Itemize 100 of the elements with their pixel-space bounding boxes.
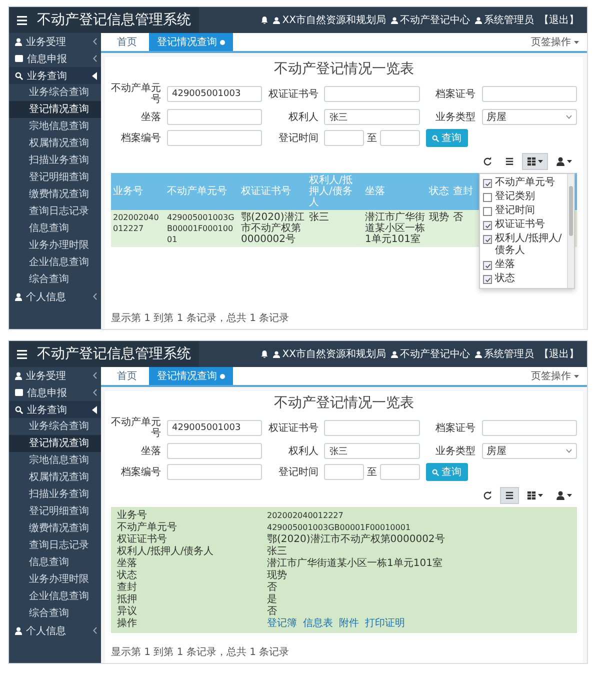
sidebar-item[interactable]: 信息申报 <box>9 384 101 401</box>
header-link[interactable]: 不动产登记中心 <box>391 13 470 27</box>
input-field[interactable]: 429005001003 <box>167 86 262 102</box>
select-field[interactable]: 房屋 <box>482 109 577 125</box>
header-link[interactable]: 系统管理员 <box>475 13 534 27</box>
sidebar-subitem[interactable]: 信息查询 <box>9 554 101 571</box>
header-link[interactable]: 不动产登记中心 <box>391 347 470 361</box>
input-field[interactable] <box>167 464 262 480</box>
sidebar-subitem[interactable]: 宗地信息查询 <box>9 118 101 135</box>
sidebar-subitem[interactable]: 查询日志记录 <box>9 537 101 554</box>
sidebar-subitem[interactable]: 登记明细查询 <box>9 503 101 520</box>
action-link[interactable]: 信息表 <box>303 618 333 630</box>
select-field[interactable]: 房屋 <box>482 443 577 459</box>
sidebar-subitem[interactable]: 综合查询 <box>9 605 101 622</box>
checkbox[interactable] <box>483 235 492 244</box>
input-field[interactable] <box>482 86 577 102</box>
input-field[interactable]: 张三 <box>324 109 420 125</box>
column-option[interactable]: 不动产单元号 <box>480 176 567 190</box>
table-cell: 202002040012227 <box>111 210 165 247</box>
input-field[interactable] <box>380 464 420 480</box>
header-link[interactable]: 系统管理员 <box>475 347 534 361</box>
bell-icon[interactable] <box>261 350 268 358</box>
input-field[interactable] <box>380 130 420 146</box>
action-link[interactable]: 登记簿 <box>267 618 297 630</box>
column-option[interactable]: 状态 <box>480 272 567 286</box>
sidebar-subitem[interactable]: 缴费情况查询 <box>9 186 101 203</box>
input-field[interactable] <box>324 464 364 480</box>
column-option[interactable]: 权利人/抵押人/债务人 <box>480 232 567 258</box>
search-icon <box>15 72 23 80</box>
header-link[interactable]: XX市自然资源和规划局 <box>273 13 386 27</box>
sidebar-subitem[interactable]: 扫描业务查询 <box>9 152 101 169</box>
column-option[interactable]: 坐落 <box>480 258 567 272</box>
tab[interactable]: 登记情况查询 <box>149 33 233 51</box>
sidebar-item[interactable]: 业务查询 <box>9 67 101 84</box>
checkbox[interactable] <box>483 275 492 284</box>
input-field[interactable] <box>324 420 420 436</box>
menu-icon[interactable] <box>17 16 27 24</box>
input-field[interactable]: 张三 <box>324 443 420 459</box>
input-field[interactable] <box>324 130 364 146</box>
sidebar-subitem[interactable]: 登记情况查询 <box>9 101 101 118</box>
card-view-button[interactable] <box>500 487 519 504</box>
input-field[interactable] <box>167 109 262 125</box>
tab-actions-button[interactable]: 页签操作 <box>523 367 587 385</box>
field-label: 坐落 <box>140 446 161 456</box>
tab[interactable]: 登记情况查询 <box>149 367 233 385</box>
close-icon[interactable] <box>220 40 225 44</box>
checkbox[interactable] <box>483 193 492 202</box>
column-option[interactable]: 权证证书号 <box>480 218 567 232</box>
column-option[interactable]: 登记时间 <box>480 204 567 218</box>
sidebar-subitem[interactable]: 登记明细查询 <box>9 169 101 186</box>
header-link[interactable]: XX市自然资源和规划局 <box>273 347 386 361</box>
sidebar-item[interactable]: 个人信息 <box>9 288 101 305</box>
input-field[interactable] <box>324 86 420 102</box>
action-link[interactable]: 打印证明 <box>365 618 405 630</box>
sidebar-item[interactable]: 信息申报 <box>9 50 101 67</box>
checkbox[interactable] <box>483 207 492 216</box>
input-field[interactable] <box>482 420 577 436</box>
sidebar-subitem[interactable]: 企业信息查询 <box>9 588 101 605</box>
sidebar-subitem[interactable]: 查询日志记录 <box>9 203 101 220</box>
tab[interactable]: 首页 <box>109 367 145 385</box>
sidebar-subitem[interactable]: 企业信息查询 <box>9 254 101 271</box>
caret-icon <box>574 374 579 378</box>
scrollbar[interactable] <box>567 174 574 288</box>
sidebar-subitem[interactable]: 业务综合查询 <box>9 84 101 101</box>
sidebar-item[interactable]: 业务受理 <box>9 367 101 384</box>
input-field[interactable] <box>167 443 262 459</box>
sidebar-subitem[interactable]: 综合查询 <box>9 271 101 288</box>
input-field[interactable] <box>167 130 262 146</box>
sidebar-item[interactable]: 业务受理 <box>9 33 101 50</box>
sidebar-subitem[interactable]: 宗地信息查询 <box>9 452 101 469</box>
field-value: 现势 <box>267 570 288 582</box>
checkbox[interactable] <box>483 261 492 270</box>
field-label: 不动产单元号 <box>111 83 161 105</box>
menu-icon[interactable] <box>17 350 27 358</box>
column-option[interactable]: 登记类别 <box>480 190 567 204</box>
sidebar-subitem[interactable]: 业务办理时限 <box>9 237 101 254</box>
user-icon <box>15 292 22 300</box>
page-title: 不动产登记情况一览表 <box>273 60 415 79</box>
tab[interactable]: 首页 <box>109 33 145 51</box>
sidebar-subitem[interactable]: 业务办理时限 <box>9 571 101 588</box>
action-link[interactable]: 附件 <box>339 618 359 630</box>
header-link[interactable]: 【退出】 <box>539 13 579 27</box>
bell-icon[interactable] <box>261 16 268 24</box>
columns-button[interactable] <box>522 153 548 170</box>
sidebar-subitem[interactable]: 缴费情况查询 <box>9 520 101 537</box>
sidebar-subitem[interactable]: 扫描业务查询 <box>9 486 101 503</box>
sidebar-subitem[interactable]: 信息查询 <box>9 220 101 237</box>
sidebar-item[interactable]: 业务查询 <box>9 401 101 418</box>
close-icon[interactable] <box>220 374 225 378</box>
sidebar-subitem[interactable]: 业务综合查询 <box>9 418 101 435</box>
tab-actions-button[interactable]: 页签操作 <box>523 33 587 51</box>
sidebar-subitem[interactable]: 权属情况查询 <box>9 135 101 152</box>
input-field[interactable]: 429005001003 <box>167 420 262 436</box>
sidebar-subitem[interactable]: 权属情况查询 <box>9 469 101 486</box>
sidebar-subitem[interactable]: 登记情况查询 <box>9 435 101 452</box>
header-link[interactable]: 【退出】 <box>539 347 579 361</box>
sidebar-item[interactable]: 个人信息 <box>9 622 101 639</box>
checkbox[interactable] <box>483 179 492 188</box>
checkbox[interactable] <box>483 221 492 230</box>
field-label: 登记时间 <box>277 132 318 144</box>
